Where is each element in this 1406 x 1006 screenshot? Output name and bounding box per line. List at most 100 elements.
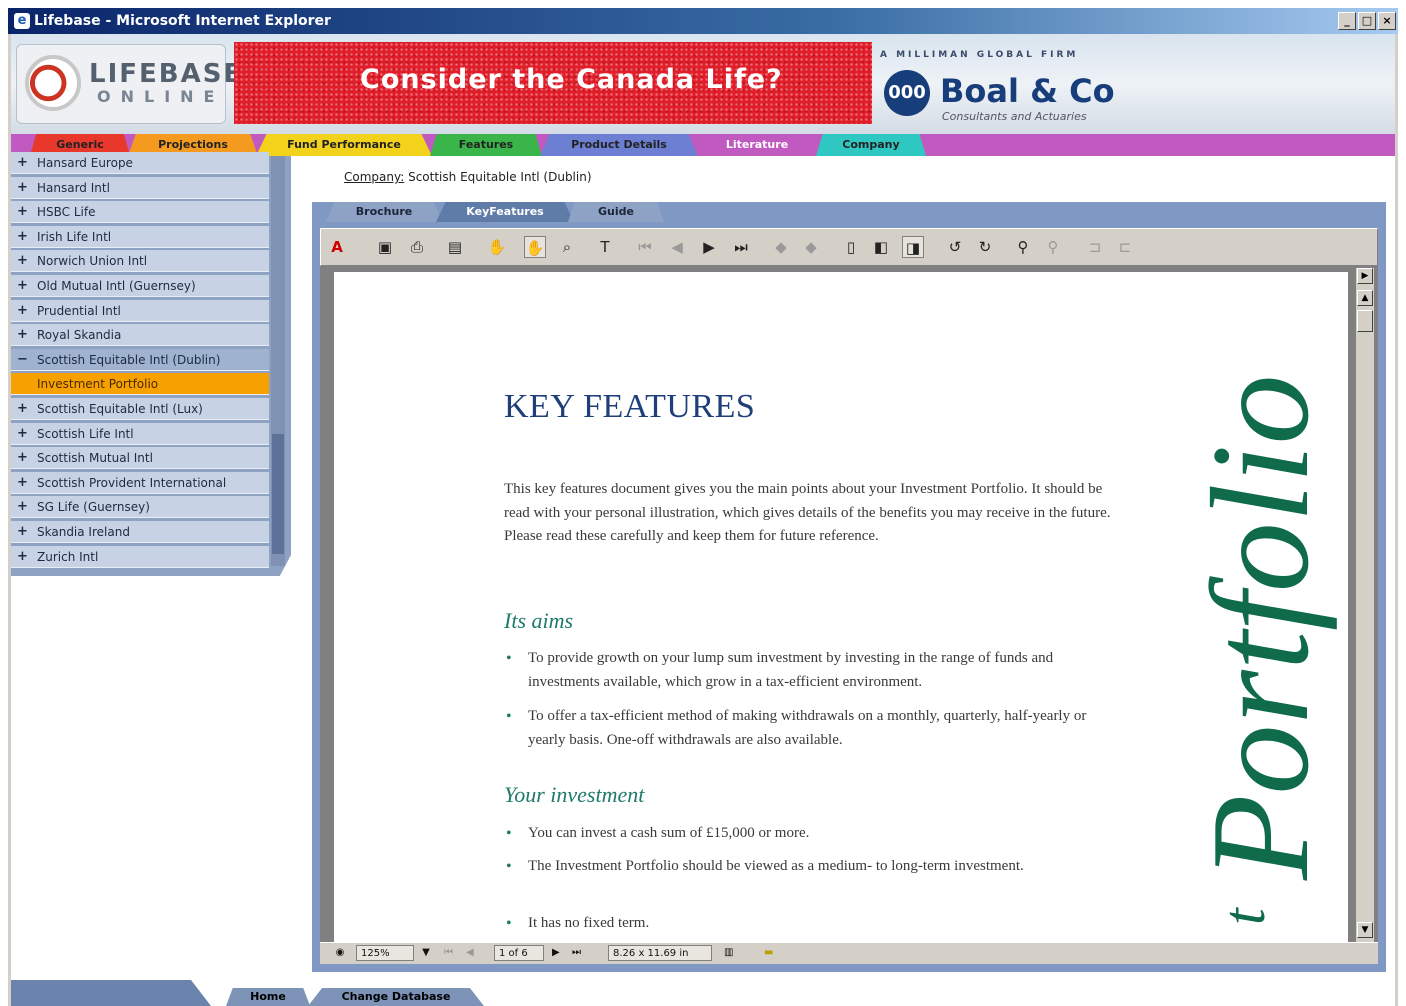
find-icon[interactable]: ⚲ [1012, 236, 1034, 258]
scroll-down-arrow-icon[interactable]: ▼ [1357, 922, 1373, 938]
expand-plus-icon[interactable]: + [17, 398, 28, 420]
sidebar-item-label: Hansard Intl [37, 180, 110, 195]
zoom-popup-icon[interactable]: ◉ [332, 945, 348, 961]
tab-literature[interactable]: Literature [696, 134, 818, 156]
hand-grab-icon[interactable]: ✋ [486, 236, 508, 258]
fit-width-icon[interactable]: ◨ [902, 236, 924, 258]
lifebase-logo[interactable]: LIFEBASE ONLINE [16, 44, 241, 124]
expand-plus-icon[interactable]: + [17, 423, 28, 445]
sidebar-item-label: Old Mutual Intl (Guernsey) [37, 279, 196, 293]
tab-fund-performance[interactable]: Fund Performance [256, 134, 432, 156]
sidebar-item[interactable]: + Royal Skandia [11, 324, 269, 347]
expand-plus-icon[interactable]: + [17, 496, 28, 518]
graphics-select-icon[interactable]: ⊏ [1114, 236, 1136, 258]
sidebar-scroll-thumb[interactable] [272, 434, 284, 554]
scroll-right-arrow-icon[interactable]: ▶ [1357, 268, 1373, 284]
sidebar-item[interactable]: + Norwich Union Intl [11, 250, 269, 273]
sidebar-item[interactable]: + HSBC Life [11, 201, 269, 224]
expand-plus-icon[interactable]: + [17, 472, 28, 494]
tab-guide[interactable]: Guide [568, 202, 664, 222]
sidebar-item[interactable]: + Irish Life Intl [11, 225, 269, 248]
expand-plus-icon[interactable]: + [17, 324, 28, 346]
expand-plus-icon[interactable]: + [17, 447, 28, 469]
page-view-icon[interactable]: ▤ [444, 236, 466, 258]
status-last-page-icon[interactable]: ⏭ [572, 945, 586, 961]
back-icon[interactable]: ◆ [770, 236, 792, 258]
zoom-icon[interactable]: ⌕ [556, 236, 578, 258]
hand-icon[interactable]: ✋ [524, 236, 546, 258]
actual-size-icon[interactable]: ▯ [840, 236, 862, 258]
fit-page-icon[interactable]: ◧ [870, 236, 892, 258]
tab-keyfeatures[interactable]: KeyFeatures [436, 202, 574, 222]
page-number-field[interactable]: 1 of 6 [494, 945, 544, 961]
banner-text: Consider the Canada Life? [360, 64, 783, 95]
status-next-page-icon[interactable]: ▶ [552, 945, 566, 961]
breadcrumb-text: Scottish Equitable Intl (Dublin) [408, 170, 592, 184]
logo-line-2: ONLINE [97, 87, 225, 106]
first-page-icon[interactable]: ⏮ [634, 236, 656, 258]
sidebar-item[interactable]: + Old Mutual Intl (Guernsey) [11, 275, 269, 297]
breadcrumb-link[interactable]: Company: [344, 170, 404, 184]
pdf-vertical-scrollbar[interactable] [1356, 268, 1374, 942]
expand-plus-icon[interactable]: + [17, 275, 28, 297]
next-page-icon[interactable]: ▶ [698, 236, 720, 258]
column-select-icon[interactable]: ⊐ [1084, 236, 1106, 258]
expand-plus-icon[interactable]: + [17, 152, 28, 174]
close-button[interactable]: × [1378, 12, 1396, 30]
tab-product-details[interactable]: Product Details [540, 134, 698, 156]
sidebar-item[interactable]: + Hansard Europe [11, 152, 269, 174]
sidebar-item-label: Scottish Equitable Intl (Dublin) [37, 352, 221, 367]
zoom-field[interactable]: 125% [356, 945, 414, 961]
sidebar-item-label: Scottish Mutual Intl [37, 451, 153, 466]
sidebar-item[interactable]: + Hansard Intl [11, 176, 269, 199]
last-page-icon[interactable]: ⏭ [730, 236, 752, 258]
tab-brochure[interactable]: Brochure [326, 202, 442, 222]
expand-plus-icon[interactable]: + [17, 546, 28, 568]
expand-plus-icon[interactable]: + [17, 521, 28, 543]
tab-features[interactable]: Features [430, 134, 542, 156]
home-button[interactable]: Home [226, 988, 310, 1006]
sidebar-item[interactable]: + Scottish Mutual Intl [11, 447, 269, 470]
sidebar-item[interactable]: + SG Life (Guernsey) [11, 496, 269, 519]
tab-company[interactable]: Company [816, 134, 926, 156]
status-first-page-icon[interactable]: ⏮ [444, 945, 458, 961]
forward-icon[interactable]: ◆ [800, 236, 822, 258]
window-border-right [1395, 34, 1398, 1006]
find-next-icon[interactable]: ⚲ [1042, 236, 1064, 258]
text-select-icon[interactable]: T [594, 236, 616, 258]
highlight-icon[interactable]: ▬ [764, 945, 788, 961]
sidebar-item[interactable]: + Skandia Ireland [11, 521, 269, 543]
sidebar-item[interactable]: + Scottish Life Intl [11, 422, 269, 445]
sidebar-item[interactable]: + Scottish Provident International [11, 471, 269, 494]
change-database-button[interactable]: Change Database [308, 988, 484, 1006]
sidebar-item[interactable]: + Scottish Equitable Intl (Lux) [11, 398, 269, 420]
sidebar-item[interactable]: + Prudential Intl [11, 299, 269, 322]
sidebar-item[interactable]: − Scottish Equitable Intl (Dublin) [11, 348, 269, 371]
scroll-thumb[interactable] [1357, 310, 1373, 332]
window-title: Lifebase - Microsoft Internet Explorer [34, 13, 331, 29]
advert-banner[interactable]: Consider the Canada Life? [234, 42, 872, 124]
sidebar-item[interactable]: + Zurich Intl [11, 545, 269, 568]
status-previous-page-icon[interactable]: ◀ [466, 945, 480, 961]
page-layout-icon[interactable]: ▥ [724, 945, 742, 961]
document-title: KEY FEATURES [504, 388, 756, 425]
expand-plus-icon[interactable]: + [17, 250, 28, 272]
sidebar-child-item[interactable]: Investment Portfolio [11, 373, 269, 396]
save-icon[interactable]: ▣ [374, 236, 396, 258]
bottom-left-decoration [11, 980, 211, 1006]
print-icon[interactable]: ⎙ [406, 236, 428, 258]
zoom-dropdown-icon[interactable]: ▼ [418, 945, 434, 961]
rotate-right-icon[interactable]: ↻ [974, 236, 996, 258]
acrobat-icon[interactable]: A [326, 236, 348, 258]
expand-plus-icon[interactable]: + [17, 300, 28, 322]
rotate-left-icon[interactable]: ↺ [944, 236, 966, 258]
expand-plus-icon[interactable]: + [17, 226, 28, 248]
page-size-readout: 8.26 x 11.69 in [608, 945, 712, 961]
collapse-minus-icon[interactable]: − [17, 349, 28, 371]
minimize-button[interactable]: _ [1338, 12, 1356, 30]
maximize-button[interactable]: □ [1358, 12, 1376, 30]
previous-page-icon[interactable]: ◀ [666, 236, 688, 258]
expand-plus-icon[interactable]: + [17, 201, 28, 223]
scroll-up-arrow-icon[interactable]: ▲ [1357, 290, 1373, 306]
expand-plus-icon[interactable]: + [17, 177, 28, 199]
